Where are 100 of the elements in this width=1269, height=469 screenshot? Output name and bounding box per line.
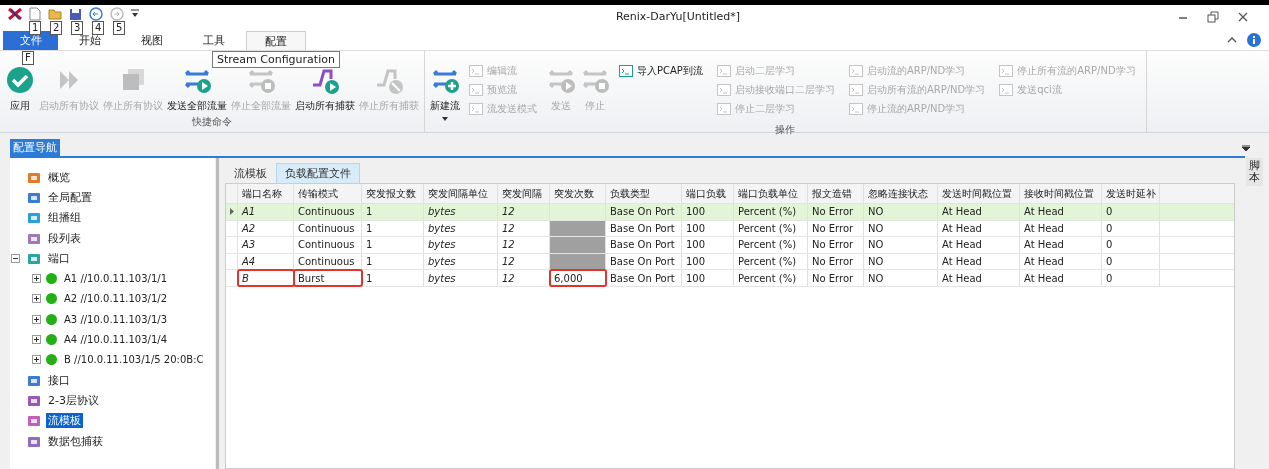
dropdown-caret-icon[interactable] xyxy=(1242,145,1250,151)
column-header[interactable]: 突发次数 xyxy=(550,184,606,203)
ribbon-button[interactable]: 导入PCAP到流 xyxy=(617,63,705,79)
table-cell: 0 xyxy=(1102,220,1160,237)
collapse-icon[interactable] xyxy=(11,253,20,263)
table-cell: A3 xyxy=(238,237,294,253)
table-row[interactable]: A2 Continuous 1 bytes 12 Base On Port 100 Percent (%) No Error NO At Head At Head 0 xyxy=(226,220,1234,238)
expand-icon[interactable] xyxy=(32,314,41,324)
tree-item[interactable]: A2 //10.0.11.103/1/2 xyxy=(62,293,170,305)
table-row[interactable]: B Burst 1 bytes 12 6,000 Base On Port 100 Percent (%) No Error NO At Head At Head 0 xyxy=(226,270,1234,287)
terminal-icon xyxy=(848,103,863,115)
table-cell: Continuous xyxy=(294,220,362,237)
collapse-ribbon-icon[interactable] xyxy=(1227,36,1237,44)
table-cell: No Error xyxy=(808,204,864,220)
file-menu-tab[interactable]: 文件 xyxy=(3,31,58,50)
table-cell: At Head xyxy=(1020,204,1102,220)
table-row[interactable]: A3 Continuous 1 bytes 12 Base On Port 100 Percent (%) No Error NO At Head At Head 0 xyxy=(226,237,1234,254)
key-tip: 3 xyxy=(71,21,84,35)
tree-item[interactable]: 数据包捕获 xyxy=(46,433,105,449)
expand-icon[interactable] xyxy=(32,335,41,344)
table-cell: At Head xyxy=(938,204,1020,220)
tree-item[interactable]: 全局配置 xyxy=(46,189,94,205)
table-cell: A1 xyxy=(238,204,294,220)
close-icon[interactable] xyxy=(1237,11,1249,23)
column-header[interactable]: 负载类型 xyxy=(606,184,682,203)
tree-item[interactable]: 接口 xyxy=(46,372,72,388)
table-row[interactable]: A4 Continuous 1 bytes 12 Base On Port 100 Percent (%) No Error NO At Head At Head 0 xyxy=(226,253,1234,271)
table-cell: bytes xyxy=(424,204,498,220)
table-cell: No Error xyxy=(808,270,864,286)
table-cell: At Head xyxy=(1020,270,1102,286)
column-header[interactable]: 端口负载单位 xyxy=(734,184,808,203)
table-cell: At Head xyxy=(1020,253,1102,270)
ribbon-tab[interactable]: 工具 xyxy=(184,31,244,50)
window-title: Renix-DarYu[Untitled*] xyxy=(614,10,742,23)
expand-icon[interactable] xyxy=(32,274,41,284)
table-cell: 1 xyxy=(362,220,424,237)
group-label: 操作 xyxy=(774,123,797,137)
table-cell: 100 xyxy=(682,237,734,253)
table-cell: A2 xyxy=(238,220,294,237)
ribbon-button[interactable]: 应用 xyxy=(4,63,36,115)
table-cell: At Head xyxy=(1020,237,1102,253)
table-cell: 0 xyxy=(1102,204,1160,220)
tree-item[interactable]: A4 //10.0.11.103/1/4 xyxy=(62,334,170,345)
table-row[interactable]: A1 Continuous 1 bytes 12 Base On Port 100 Percent (%) No Error NO At Head At Head 0 xyxy=(226,204,1234,221)
table-cell: 0 xyxy=(1102,237,1160,253)
tree-item[interactable]: A3 //10.0.11.103/1/3 xyxy=(62,313,170,325)
table-cell: 1 xyxy=(362,237,424,253)
table-cell: 0 xyxy=(1102,270,1160,286)
tree-item[interactable]: A1 //10.0.11.103/1/1 xyxy=(62,273,170,285)
table-cell: 12 xyxy=(498,204,550,220)
table-cell: bytes xyxy=(424,220,498,237)
info-icon[interactable] xyxy=(1247,33,1261,47)
column-header[interactable]: 接收时间戳位置 xyxy=(1020,184,1102,203)
document-tab[interactable]: 负载配置文件 xyxy=(276,163,360,183)
table-cell: NO xyxy=(864,220,938,237)
ribbon-button[interactable]: 新建流 xyxy=(429,63,461,123)
terminal-icon xyxy=(619,65,633,77)
check-circle-icon xyxy=(5,65,35,95)
terminal-icon xyxy=(469,84,483,96)
column-header[interactable]: 突发间隔 xyxy=(498,184,550,203)
column-header[interactable]: 传输模式 xyxy=(294,184,362,203)
column-header[interactable]: 发送时间戳位置 xyxy=(938,184,1020,203)
tree-item[interactable]: 概览 xyxy=(46,169,72,185)
table-cell: bytes xyxy=(424,270,498,286)
table-cell: Continuous xyxy=(294,253,362,270)
table-cell: At Head xyxy=(1020,220,1102,237)
back-icon[interactable] xyxy=(89,7,103,21)
column-header[interactable]: 发送时延补 xyxy=(1102,184,1160,203)
restore-icon[interactable] xyxy=(1207,11,1219,23)
document-tab[interactable]: 流模板 xyxy=(225,163,276,183)
panel-tab[interactable]: 配置导航 xyxy=(10,139,60,156)
table-cell: No Error xyxy=(808,253,864,270)
save-icon[interactable] xyxy=(69,7,82,21)
column-header[interactable]: 忽略连接状态 xyxy=(864,184,938,203)
table-cell: Percent (%) xyxy=(734,270,808,286)
table-cell: Base On Port xyxy=(606,237,682,253)
table-cell: bytes xyxy=(424,237,498,253)
column-header[interactable]: 突发间隔单位 xyxy=(424,184,498,203)
terminal-icon xyxy=(716,65,731,77)
side-panel-tab[interactable]: 脚本 xyxy=(1246,158,1263,187)
expand-icon[interactable] xyxy=(32,355,41,365)
expand-icon[interactable] xyxy=(32,294,41,304)
column-header[interactable]: 端口名称 xyxy=(238,184,294,203)
column-header[interactable]: 突发报文数 xyxy=(362,184,424,203)
column-header[interactable]: 报文造错 xyxy=(808,184,864,203)
tree-item[interactable]: 端口 xyxy=(46,250,72,266)
ribbon-tab[interactable]: 配置 xyxy=(246,31,306,50)
table-cell: Percent (%) xyxy=(734,220,808,237)
tooltip: Stream Configuration xyxy=(212,51,340,68)
tree-item[interactable]: B //10.0.11.103/1/5 20:0B:C xyxy=(62,354,206,366)
tree-item[interactable]: 段列表 xyxy=(46,230,83,246)
column-header[interactable]: 端口负载 xyxy=(682,184,734,203)
terminal-icon xyxy=(999,65,1014,77)
tree-item[interactable]: 2-3层协议 xyxy=(46,392,101,408)
terminal-icon xyxy=(848,84,863,96)
folder-icon[interactable] xyxy=(48,8,62,20)
terminal-icon xyxy=(716,103,731,115)
tree-item[interactable]: 流模板 xyxy=(46,413,83,429)
table-cell: NO xyxy=(864,237,938,253)
tree-item[interactable]: 组播组 xyxy=(46,210,83,226)
